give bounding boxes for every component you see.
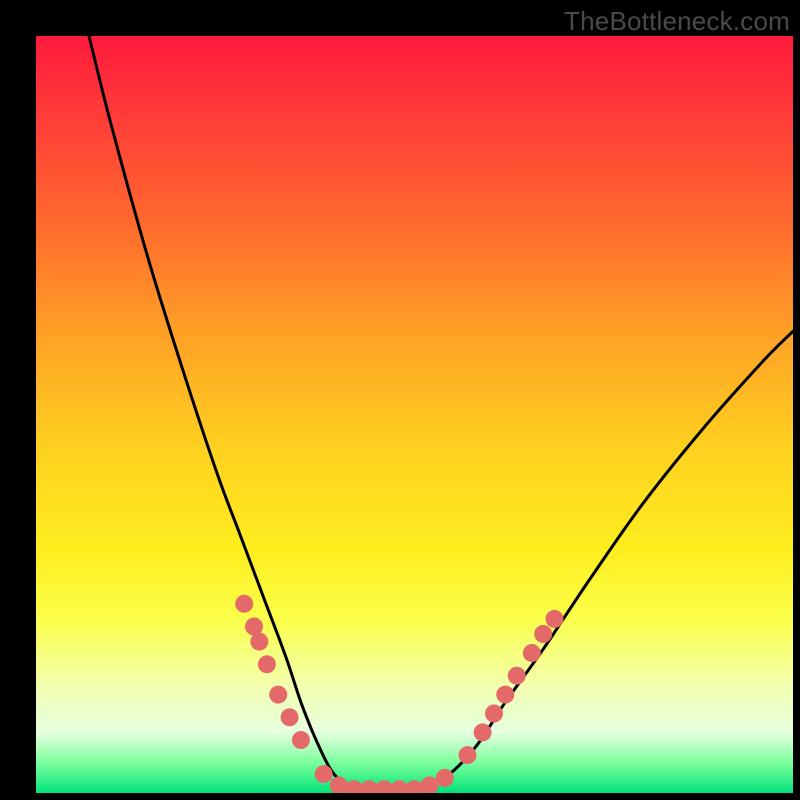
highlight-dot bbox=[496, 686, 514, 704]
highlight-dot bbox=[315, 765, 333, 783]
highlight-dot bbox=[292, 731, 310, 749]
highlight-dot bbox=[436, 769, 454, 787]
highlight-dot bbox=[534, 625, 552, 643]
highlight-dot bbox=[250, 633, 268, 651]
highlight-dot bbox=[485, 705, 503, 723]
chart-frame: TheBottleneck.com bbox=[0, 0, 800, 800]
highlight-dot bbox=[269, 686, 287, 704]
highlight-dot bbox=[459, 746, 477, 764]
highlight-dot bbox=[546, 610, 564, 628]
highlight-dot bbox=[474, 723, 492, 741]
highlight-dot bbox=[523, 644, 541, 662]
highlight-dot bbox=[345, 780, 363, 793]
highlight-dot bbox=[508, 667, 526, 685]
bottleneck-curve bbox=[89, 36, 793, 793]
highlight-dot bbox=[375, 780, 393, 793]
highlight-dot bbox=[281, 708, 299, 726]
highlight-dots bbox=[235, 595, 563, 793]
chart-svg bbox=[36, 36, 793, 793]
highlight-dot bbox=[258, 655, 276, 673]
watermark-text: TheBottleneck.com bbox=[564, 6, 790, 37]
highlight-dot bbox=[235, 595, 253, 613]
plot-area bbox=[36, 36, 793, 793]
